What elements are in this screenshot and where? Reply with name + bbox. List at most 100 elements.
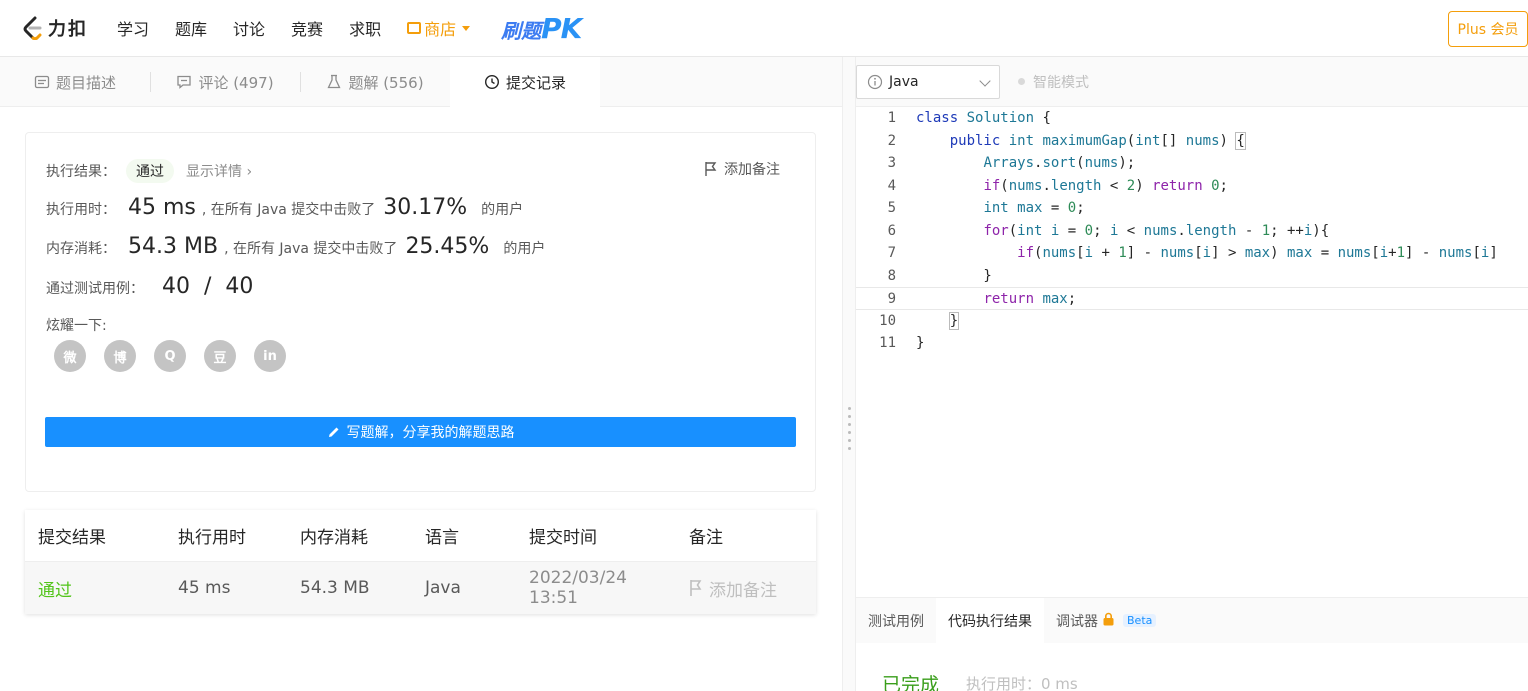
testcases-label: 通过测试用例： [46,281,144,297]
beta-badge: Beta [1123,614,1157,627]
add-note-label: 添加备注 [724,162,780,178]
show-detail-link[interactable]: 显示详情 › [186,161,252,181]
result-card: 执行结果： 通过 显示详情 › 添加备注 执行用时： 45 ms , 在所有 J… [25,132,816,492]
comment-icon [177,75,192,89]
code-panel: Java 智能模式 1 class Solution { 2 public int… [856,57,1528,691]
runtime-users-text: 的用户 [481,202,524,218]
flag-icon [705,162,717,176]
problem-tabs: 题目描述 评论 (497) 题解 (556) 提交记录 [0,57,842,107]
tab-solutions-label: 题解 (556) [348,73,424,92]
row-add-note[interactable]: 添加备注 [676,576,816,601]
memory-label: 内存消耗： [46,241,116,257]
pk-logo[interactable]: 刷题 PK [501,12,582,45]
panel-divider[interactable] [842,57,856,691]
tab-testcases[interactable]: 测试用例 [856,598,936,644]
tab-description[interactable]: 题目描述 [0,57,150,107]
table-header: 提交结果 执行用时 内存消耗 语言 提交时间 备注 [25,510,816,562]
add-note-button[interactable]: 添加备注 [704,159,780,179]
chevron-down-icon [462,25,471,31]
code-line: 11} [879,335,925,351]
nav-learn[interactable]: 学习 [117,16,149,40]
write-solution-button[interactable]: 写题解，分享我的解题思路 [45,417,796,447]
memory-users-text: 的用户 [503,241,546,257]
douban-icon[interactable]: 豆 [204,340,236,372]
nav-store[interactable]: 商店 [407,16,471,40]
code-editor[interactable]: 1 class Solution { 2 public int maximumGa… [856,107,1528,597]
tab-debugger-label: 调试器 [1056,613,1098,630]
top-nav: 力扣 学习 题库 讨论 竞赛 求职 商店 刷题 PK Plus 会员 [0,0,1528,57]
memory-value: 54.3 MB [128,234,219,259]
linkedin-icon[interactable]: in [254,340,286,372]
logo-text: 力扣 [48,19,88,40]
lock-icon [1102,612,1115,630]
code-line: 2 public int maximumGap(int[] nums) { [887,131,1246,150]
run-exec-time: 执行用时：0 ms [966,675,1078,691]
code-line: 4 if(nums.length < 2) return 0; [887,177,1228,194]
store-icon [407,22,422,34]
smart-mode-toggle[interactable]: 智能模式 [1018,72,1089,92]
runtime-text: , 在所有 Java 提交中击败了 [201,202,376,218]
smart-mode-dot-icon [1018,78,1025,85]
exec-result-row: 执行结果： 通过 显示详情 › [46,159,252,183]
language-value: Java [889,73,919,90]
run-result-area: 已完成 执行用时：0 ms [856,643,1528,691]
qq-icon[interactable]: Q [154,340,186,372]
nav-discuss[interactable]: 讨论 [233,16,265,40]
header-language: 语言 [425,528,459,548]
info-icon [867,74,883,89]
row-note-label: 添加备注 [709,580,777,601]
doc-icon [34,75,50,89]
header-runtime: 执行用时 [178,528,246,548]
row-submit-time: 2022/03/24 13:51 [529,568,627,608]
plus-member-button[interactable]: Plus 会员 [1448,11,1528,47]
left-panel: 题目描述 评论 (497) 题解 (556) 提交记录 执行结果： 通过 显示详… [0,57,842,691]
row-runtime: 45 ms [178,578,231,598]
pencil-icon [328,427,338,437]
flag-icon [690,580,702,596]
tab-run-result[interactable]: 代码执行结果 [936,597,1044,644]
submissions-table: 提交结果 执行用时 内存消耗 语言 提交时间 备注 通过 45 ms 54.3 … [25,510,816,614]
clock-icon [484,74,499,90]
memory-text: , 在所有 Java 提交中击败了 [224,241,398,257]
runtime-row: 执行用时： 45 ms , 在所有 Java 提交中击败了 30.17% 的用户 [46,195,523,220]
weibo-icon[interactable]: 博 [104,340,136,372]
tab-comments-label: 评论 (497) [198,73,274,92]
share-icons: 微 博 Q 豆 in [54,340,286,372]
code-line: 8 } [887,267,992,284]
tab-description-label: 题目描述 [55,73,116,92]
header-note: 备注 [689,528,723,548]
smart-mode-label: 智能模式 [1033,74,1089,91]
wechat-icon[interactable]: 微 [54,340,86,372]
submission-detail: 执行结果： 通过 显示详情 › 添加备注 执行用时： 45 ms , 在所有 J… [0,107,842,691]
nav-problems[interactable]: 题库 [175,16,207,40]
share-label: 炫耀一下: [46,318,107,334]
pk-logo-text-a: 刷题 [501,18,542,43]
write-solution-label: 写题解，分享我的解题思路 [346,425,515,441]
code-line: 1 class Solution { [887,110,1051,126]
tab-comments[interactable]: 评论 (497) [150,57,300,107]
code-line-current: 9 return max; [856,287,1528,310]
editor-toolbar: Java 智能模式 [856,57,1528,107]
code-line: 10 } [879,311,960,330]
leetcode-logo[interactable]: 力扣 [22,15,88,41]
nav-jobs[interactable]: 求职 [349,16,381,40]
status-badge: 通过 [126,159,174,183]
tab-debugger[interactable]: 调试器 Beta [1044,598,1168,644]
tab-solutions[interactable]: 题解 (556) [300,57,450,107]
tab-submissions-label: 提交记录 [505,73,566,92]
language-select[interactable]: Java [856,64,1000,99]
runtime-label: 执行用时： [46,202,116,218]
runtime-percent: 30.17% [383,195,468,220]
code-line: 6 for(int i = 0; i < nums.length - 1; ++… [887,222,1330,239]
memory-row: 内存消耗： 54.3 MB , 在所有 Java 提交中击败了 25.45% 的… [46,234,545,259]
drag-handle-icon[interactable] [848,407,851,450]
run-status: 已完成 [882,674,940,691]
row-status[interactable]: 通过 [25,576,165,601]
tab-submissions[interactable]: 提交记录 [450,57,600,107]
exec-result-label: 执行结果： [46,164,116,180]
nav-contest[interactable]: 竞赛 [291,16,323,40]
code-line: 7 if(nums[i + 1] - nums[i] > max) max = … [887,245,1498,261]
header-memory: 内存消耗 [300,528,368,548]
runtime-value: 45 ms [128,195,196,220]
table-row[interactable]: 通过 45 ms 54.3 MB Java 2022/03/24 13:51 添… [25,562,816,614]
